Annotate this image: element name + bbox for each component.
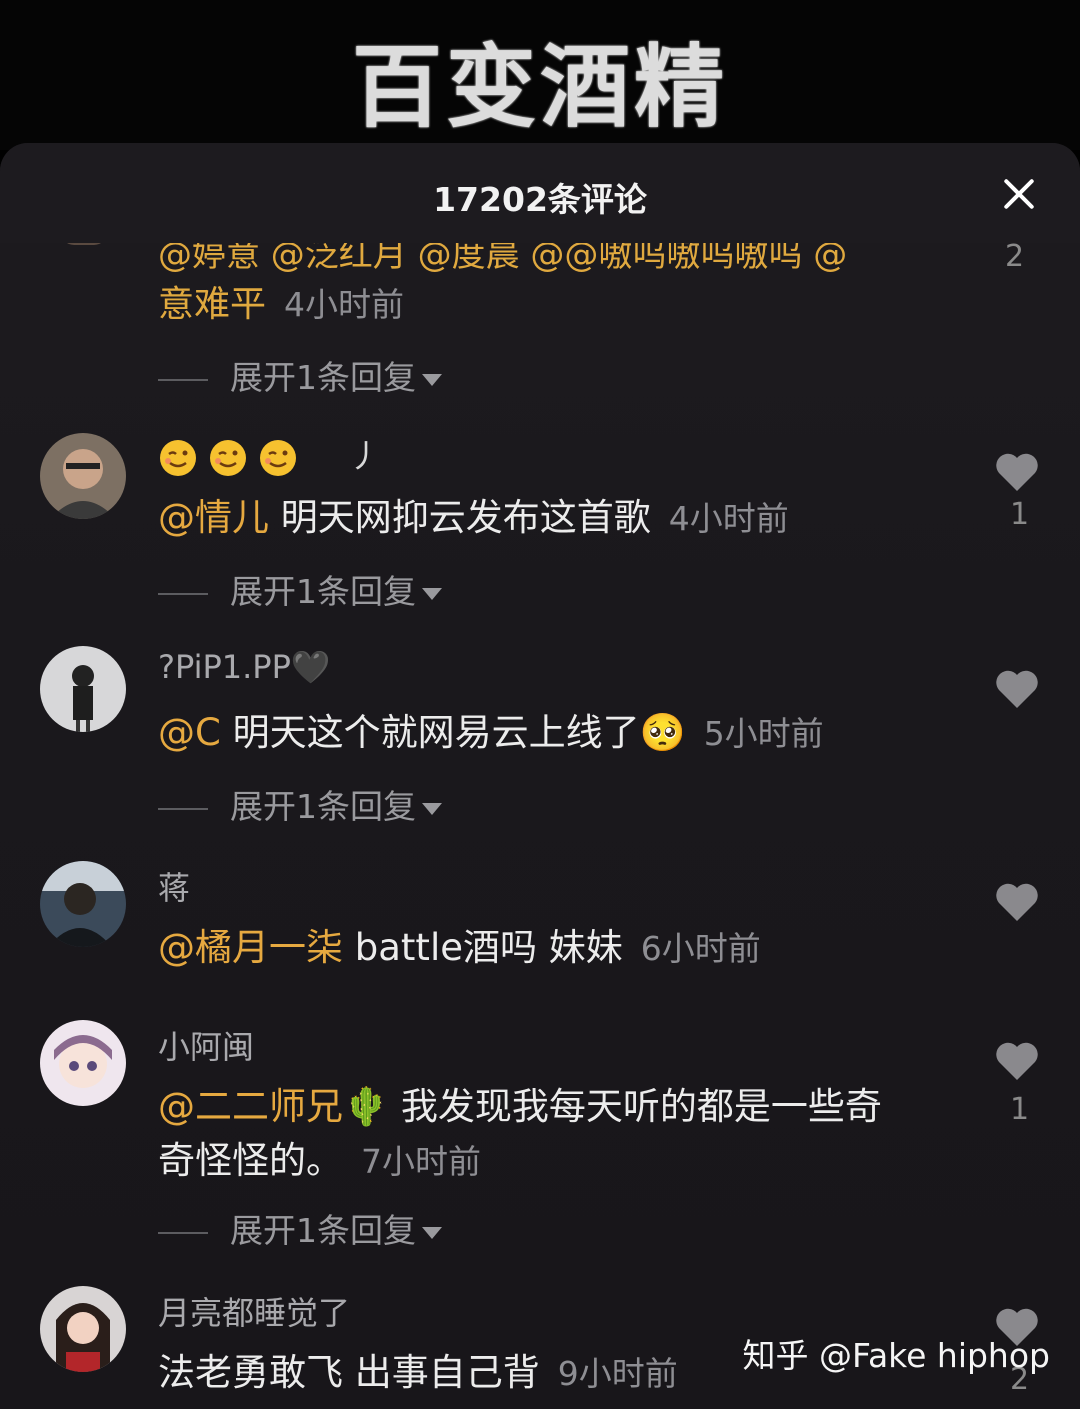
- comment-time: 4小时前: [284, 285, 405, 324]
- comment-body: @情儿 明天网抑云发布这首歌 4小时前: [158, 487, 789, 541]
- expand-replies-label: 展开1条回复: [230, 787, 416, 826]
- avatar[interactable]: [40, 646, 126, 732]
- comment-text: 明天网抑云发布这首歌: [280, 496, 651, 539]
- caret-down-icon: [422, 802, 442, 815]
- comment-body: @C 明天这个就网易云上线了🥺 5小时前: [158, 702, 824, 756]
- divider: [158, 807, 208, 810]
- heart-icon[interactable]: [994, 1040, 1040, 1082]
- divider: [158, 1231, 208, 1234]
- comment-text: 明天这个就网易云上线了🥺: [232, 711, 686, 754]
- expand-replies-button[interactable]: 展开1条回复: [158, 780, 442, 828]
- comment-body: 法老勇敢飞 出事自己背 9小时前: [158, 1342, 678, 1396]
- comment-text: 奇怪怪的。: [158, 1139, 343, 1182]
- avatar[interactable]: [40, 433, 126, 519]
- caret-down-icon: [422, 1226, 442, 1239]
- expand-replies-label: 展开1条回复: [230, 358, 416, 397]
- comment-text: battle酒吗 妹妹: [354, 926, 623, 969]
- comment-body: @二二师兄🌵 我发现我每天听的都是一些奇: [158, 1076, 882, 1130]
- comment-time: 4小时前: [668, 499, 789, 538]
- expand-replies-button[interactable]: 展开1条回复: [158, 1204, 442, 1252]
- expand-replies-label: 展开1条回复: [230, 1211, 416, 1250]
- comment-username[interactable]: 小阿闽: [158, 1022, 254, 1068]
- username-suffix: 丿: [348, 437, 381, 475]
- comment-text: 我发现我每天听的都是一些奇: [400, 1085, 882, 1128]
- watermark: 知乎 @Fake hiphop: [742, 1336, 1050, 1375]
- wink-emoji-icon: [260, 440, 297, 476]
- expand-replies-button[interactable]: 展开1条回复: [158, 351, 442, 399]
- mention-link[interactable]: @C: [158, 711, 221, 754]
- like-count: 1: [1010, 497, 1030, 532]
- avatar[interactable]: [40, 1020, 126, 1106]
- mention-link[interactable]: @情儿: [158, 496, 269, 539]
- comment-username[interactable]: 丿: [158, 431, 381, 478]
- caret-down-icon: [422, 587, 442, 600]
- video-banner: 百变酒精: [0, 0, 1080, 150]
- comment-body-line2: 奇怪怪的。 7小时前: [158, 1130, 481, 1184]
- comment-body: @橘月一柒 battle酒吗 妹妹 6小时前: [158, 917, 761, 971]
- mention-link[interactable]: @二二师兄🌵: [158, 1085, 389, 1128]
- comment-time: 9小时前: [557, 1354, 678, 1393]
- divider: [158, 592, 208, 595]
- comment-body: 意难平 4小时前: [158, 275, 404, 327]
- close-icon[interactable]: [1002, 177, 1036, 211]
- comment-count-title: 17202条评论: [433, 180, 647, 219]
- comment-text: 法老勇敢飞 出事自己背: [158, 1351, 540, 1394]
- heart-icon[interactable]: [994, 451, 1040, 493]
- wink-emoji-icon: [210, 440, 247, 476]
- like-count: 2: [1005, 239, 1025, 274]
- comment-sheet-header: 17202条评论: [0, 143, 1080, 243]
- caret-down-icon: [422, 373, 442, 386]
- comment-time: 6小时前: [640, 929, 761, 968]
- comment-username[interactable]: ?PiP1.PP🖤: [158, 648, 331, 686]
- divider: [158, 378, 208, 381]
- comment-time: 5小时前: [703, 714, 824, 753]
- expand-replies-label: 展开1条回复: [230, 572, 416, 611]
- expand-replies-button[interactable]: 展开1条回复: [158, 565, 442, 613]
- mention-link[interactable]: 意难平: [158, 284, 266, 325]
- comment-sheet: 17202条评论 @婷意 @泛红月 @度晨 @@嗷呜嗷呜嗷呜 @ 2 意难平 4小…: [0, 143, 1080, 1409]
- like-count: 1: [1010, 1092, 1030, 1127]
- heart-icon[interactable]: [994, 881, 1040, 923]
- wink-emoji-icon: [160, 440, 196, 476]
- comment-username[interactable]: 蒋: [158, 863, 190, 909]
- comment-username[interactable]: 月亮都睡觉了: [158, 1288, 350, 1334]
- avatar[interactable]: [40, 861, 126, 947]
- mention-link[interactable]: @橘月一柒: [158, 926, 343, 969]
- comment-time: 7小时前: [361, 1142, 481, 1181]
- heart-icon[interactable]: [994, 668, 1040, 710]
- avatar[interactable]: [40, 1286, 126, 1372]
- video-title: 百变酒精: [352, 35, 728, 140]
